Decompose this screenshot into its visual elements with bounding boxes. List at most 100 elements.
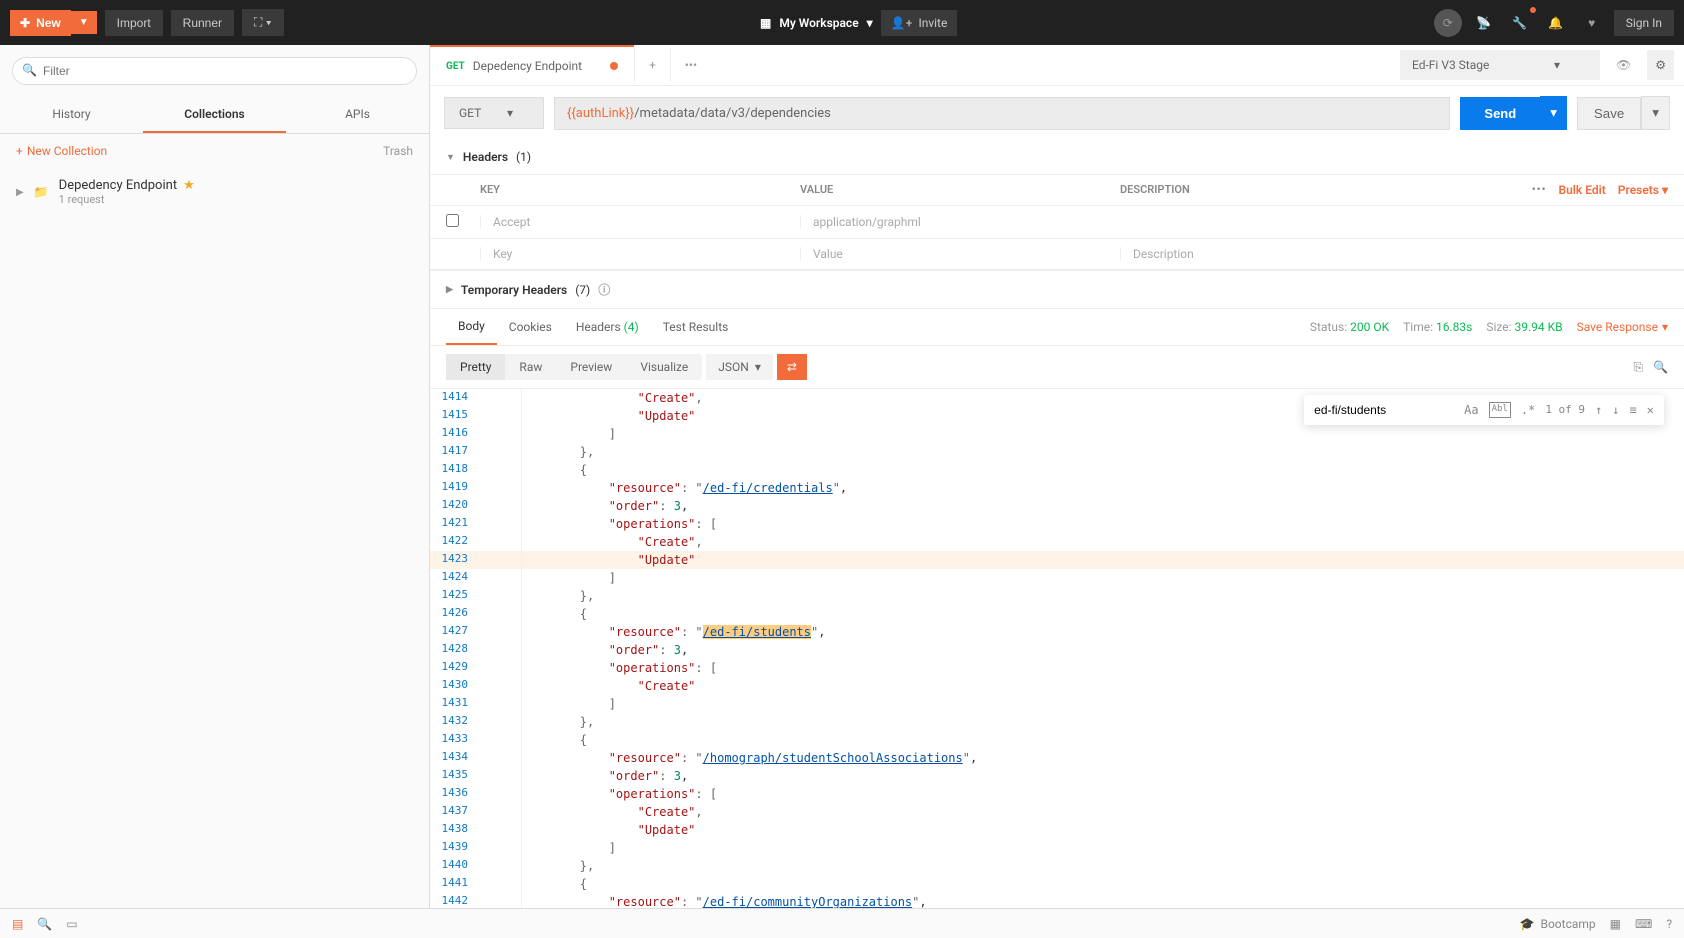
person-add-icon: 👤+ xyxy=(891,16,913,30)
bell-icon[interactable]: 🔔 xyxy=(1542,9,1570,37)
headers-more-icon[interactable]: ••• xyxy=(1532,183,1547,197)
copy-icon[interactable]: ⎘ xyxy=(1633,360,1643,375)
search-popup: Aa Abl .* 1 of 9 ↑ ↓ ≡ ✕ xyxy=(1304,395,1664,425)
url-row: GET ▾ {{authLink}}/metadata/data/v3/depe… xyxy=(430,86,1684,140)
view-visualize[interactable]: Visualize xyxy=(626,354,702,380)
filter-input[interactable] xyxy=(12,57,417,85)
search-input[interactable] xyxy=(1314,403,1454,417)
keyboard-icon[interactable]: ⌨ xyxy=(1635,917,1652,931)
url-input[interactable]: {{authLink}}/metadata/data/v3/dependenci… xyxy=(554,97,1450,130)
search-close-icon[interactable]: ✕ xyxy=(1647,401,1654,419)
bulk-edit-link[interactable]: Bulk Edit xyxy=(1558,183,1605,197)
statusbar: ▤ 🔍 ▭ 🎓 Bootcamp ▦ ⌨ ? xyxy=(0,908,1684,938)
search-count: 1 of 9 xyxy=(1545,402,1585,419)
view-raw[interactable]: Raw xyxy=(505,354,556,380)
tab-body[interactable]: Body xyxy=(446,309,497,345)
save-dropdown[interactable]: ▾ xyxy=(1641,96,1670,130)
invite-button[interactable]: 👤+ Invite xyxy=(881,10,958,36)
panes-icon[interactable]: ▦ xyxy=(1610,917,1621,931)
new-dropdown[interactable]: ▼ xyxy=(71,11,97,34)
wrench-icon[interactable]: 🔧 xyxy=(1506,9,1534,37)
header-row-empty[interactable]: Key Value Description xyxy=(430,239,1684,270)
caret-right-icon: ▶ xyxy=(446,285,453,295)
viewer-toolbar: Pretty Raw Preview Visualize JSON ▾ ⇄ ⎘ … xyxy=(430,346,1684,389)
json-line: 1417 }, xyxy=(430,443,1684,461)
bootcamp-button[interactable]: 🎓 Bootcamp xyxy=(1520,917,1596,931)
hat-icon: 🎓 xyxy=(1520,917,1535,931)
json-line: 1421 "operations": [ xyxy=(430,515,1684,533)
header-checkbox[interactable] xyxy=(446,214,459,227)
workspace-selector[interactable]: ▦ My Workspace ▾ xyxy=(760,16,873,30)
new-collection-button[interactable]: + New Collection xyxy=(16,144,107,158)
tab-more-button[interactable]: ••• xyxy=(670,48,711,82)
info-icon[interactable]: ⓘ xyxy=(598,281,610,298)
gear-icon[interactable]: ⚙ xyxy=(1647,50,1674,80)
heart-icon[interactable]: ♥ xyxy=(1578,9,1606,37)
json-line: 1434 "resource": "/homograph/studentScho… xyxy=(430,749,1684,767)
find-icon[interactable]: 🔍 xyxy=(37,917,52,931)
whole-word-icon[interactable]: Abl xyxy=(1489,402,1511,418)
send-dropdown[interactable]: ▾ xyxy=(1540,96,1567,130)
capture-button[interactable]: ⛶ ▾ xyxy=(242,9,284,36)
method-select[interactable]: GET ▾ xyxy=(444,97,544,129)
collection-item[interactable]: ▶ 📁 Depedency Endpoint ★ 1 request xyxy=(0,168,429,216)
response-status: 200 OK xyxy=(1350,320,1389,334)
headers-section-toggle[interactable]: ▼ Headers (1) xyxy=(430,140,1684,174)
header-row[interactable]: Accept application/graphml xyxy=(430,206,1684,239)
topbar: ✚ New ▼ Import Runner ⛶ ▾ ▦ My Workspace… xyxy=(0,0,1684,45)
help-icon[interactable]: ? xyxy=(1666,917,1672,931)
trash-link[interactable]: Trash xyxy=(383,144,413,158)
sidebar: 🔍 History Collections APIs + New Collect… xyxy=(0,45,430,908)
environment-select[interactable]: Ed-Fi V3 Stage ▾ xyxy=(1400,50,1600,80)
json-line: 1420 "order": 3, xyxy=(430,497,1684,515)
search-prev-icon[interactable]: ↑ xyxy=(1595,401,1602,419)
tab-headers[interactable]: Headers (4) xyxy=(564,310,651,344)
plus-icon: ✚ xyxy=(20,16,30,30)
json-line: 1424 ] xyxy=(430,569,1684,587)
signin-button[interactable]: Sign In xyxy=(1614,10,1674,36)
sync-icon[interactable]: ⟳ xyxy=(1434,9,1462,37)
temp-headers-toggle[interactable]: ▶ Temporary Headers (7) ⓘ xyxy=(430,271,1684,308)
runner-button[interactable]: Runner xyxy=(171,10,234,36)
wrap-lines-button[interactable]: ⇄ xyxy=(777,354,807,380)
chevron-down-icon: ▾ xyxy=(507,106,513,120)
tab-apis[interactable]: APIs xyxy=(286,97,429,133)
json-line: 1440 }, xyxy=(430,857,1684,875)
view-preview[interactable]: Preview xyxy=(556,354,626,380)
tab-history[interactable]: History xyxy=(0,97,143,133)
sidebar-toggle-icon[interactable]: ▤ xyxy=(12,917,23,931)
presets-link[interactable]: Presets ▾ xyxy=(1618,183,1668,197)
collection-name: Depedency Endpoint xyxy=(59,178,177,193)
request-tab[interactable]: GET Depedency Endpoint xyxy=(430,45,634,85)
chevron-down-icon: ▾ xyxy=(755,360,761,374)
search-icon[interactable]: 🔍 xyxy=(1653,360,1668,375)
search-next-icon[interactable]: ↓ xyxy=(1612,401,1619,419)
eye-icon[interactable]: 👁 xyxy=(1608,50,1639,80)
save-response-button[interactable]: Save Response ▾ xyxy=(1577,320,1668,334)
json-line: 1437 "Create", xyxy=(430,803,1684,821)
search-filter-icon[interactable]: ≡ xyxy=(1630,401,1637,419)
import-button[interactable]: Import xyxy=(105,10,163,36)
star-icon[interactable]: ★ xyxy=(183,178,195,193)
new-button[interactable]: ✚ New xyxy=(10,10,71,36)
tab-collections[interactable]: Collections xyxy=(143,97,286,133)
send-button[interactable]: Send xyxy=(1460,97,1540,130)
request-tabs: GET Depedency Endpoint + ••• Ed-Fi V3 St… xyxy=(430,45,1684,86)
save-button[interactable]: Save xyxy=(1577,97,1641,130)
json-line: 1432 }, xyxy=(430,713,1684,731)
match-case-icon[interactable]: Aa xyxy=(1464,401,1478,419)
json-line: 1433 { xyxy=(430,731,1684,749)
json-line: 1430 "Create" xyxy=(430,677,1684,695)
header-col-value: VALUE xyxy=(800,183,1120,197)
satellite-icon[interactable]: 📡 xyxy=(1470,9,1498,37)
json-line: 1419 "resource": "/ed-fi/credentials", xyxy=(430,479,1684,497)
tab-cookies[interactable]: Cookies xyxy=(497,310,564,344)
tab-method: GET xyxy=(446,61,465,72)
view-pretty[interactable]: Pretty xyxy=(446,354,505,380)
format-select[interactable]: JSON ▾ xyxy=(706,354,773,380)
regex-icon[interactable]: .* xyxy=(1521,401,1535,419)
console-icon[interactable]: ▭ xyxy=(66,917,77,931)
add-tab-button[interactable]: + xyxy=(634,48,670,82)
json-viewer[interactable]: Aa Abl .* 1 of 9 ↑ ↓ ≡ ✕ 1414 "Create",1… xyxy=(430,389,1684,908)
tab-test-results[interactable]: Test Results xyxy=(651,310,741,344)
